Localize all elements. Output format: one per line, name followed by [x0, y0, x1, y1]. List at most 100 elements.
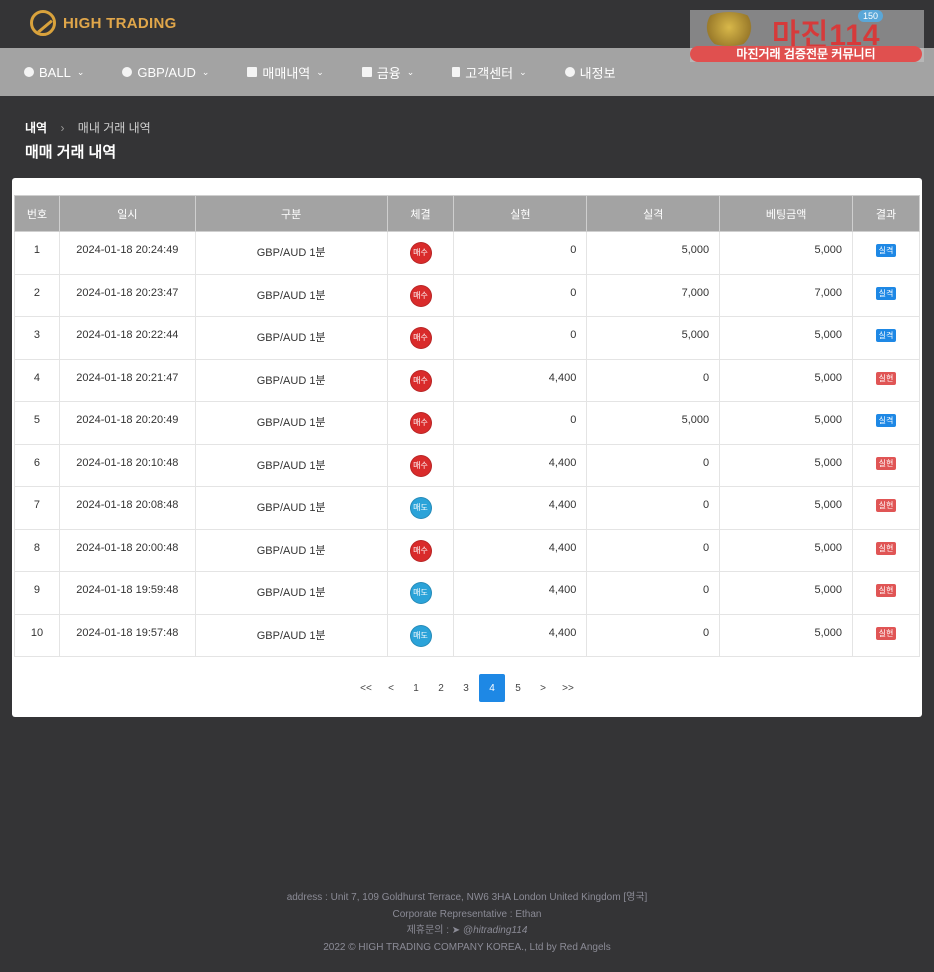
row-trade-cell: 매수	[386, 358, 455, 402]
row-bet-amount: 7,000	[719, 273, 853, 317]
row-realized: 4,400	[453, 613, 588, 657]
row-type: GBP/AUD 1분	[194, 358, 388, 402]
row-bet-amount: 5,000	[719, 571, 853, 615]
footer-contact: 제휴문의 : ➤ @hitrading114	[0, 923, 934, 940]
breadcrumb-separator: ›	[60, 121, 65, 135]
nav-item-support[interactable]: 고객센터 ⌄	[452, 63, 527, 82]
row-trade-cell: 매수	[386, 401, 455, 445]
chart-icon	[361, 67, 372, 77]
row-type: GBP/AUD 1분	[194, 231, 388, 275]
row-datetime: 2024-01-18 20:23:47	[58, 273, 196, 317]
page-title: 매매 거래 내역	[25, 144, 117, 161]
ball-icon	[24, 67, 34, 77]
row-realized: 4,400	[453, 486, 588, 530]
table-row: 4 2024-01-18 20:21:47 GBP/AUD 1분 매수 4,400 0 5,…	[14, 358, 920, 402]
row-number: 3	[14, 316, 60, 360]
buy-badge: 매수	[409, 539, 432, 562]
nav-item-my-info[interactable]: 내정보	[564, 63, 616, 82]
brand-logo[interactable]: HIGH TRADING	[30, 10, 177, 36]
row-result-cell: 실현	[852, 486, 920, 530]
column-header: 일시	[58, 195, 196, 232]
telegram-icon: ➤	[451, 925, 463, 936]
result-badge: 실격	[875, 329, 897, 342]
next-page-button[interactable]: >	[531, 674, 555, 702]
row-result-cell: 실현	[852, 613, 920, 657]
contact-label: 제휴문의 :	[406, 925, 452, 936]
row-number: 9	[14, 571, 60, 615]
row-lost: 0	[586, 571, 721, 615]
row-lost: 5,000	[586, 401, 721, 445]
row-number: 10	[14, 613, 60, 657]
buy-badge: 매수	[409, 412, 432, 434]
page-button[interactable]: 1	[404, 674, 428, 702]
row-result-cell: 실현	[852, 358, 920, 402]
nav-item-finance[interactable]: 금융 ⌄	[361, 63, 414, 82]
row-datetime: 2024-01-18 20:10:48	[58, 443, 196, 487]
breadcrumb: 내역 › 매내 거래 내역	[25, 119, 151, 136]
table-header-row: 번호 일시 구분 체결 실현 실격 베팅금액 결과	[14, 195, 920, 232]
row-lost: 0	[586, 613, 721, 657]
prev-page-button[interactable]: <	[379, 674, 403, 702]
row-number: 7	[14, 486, 60, 530]
breadcrumb-home[interactable]: 내역	[25, 121, 47, 135]
last-page-button[interactable]: >>	[556, 674, 580, 702]
trade-history-card: 번호 일시 구분 체결 실현 실격 베팅금액 결과 1 2024-01-18 20…	[12, 178, 922, 717]
row-trade-cell: 매도	[386, 571, 455, 615]
result-badge: 실현	[875, 456, 897, 470]
breadcrumb-current: 매내 거래 내역	[77, 121, 151, 135]
chevron-down-icon: ⌄	[519, 66, 527, 77]
row-type: GBP/AUD 1분	[194, 316, 388, 360]
row-lost: 5,000	[586, 231, 721, 275]
row-lost: 0	[586, 528, 721, 572]
page-button[interactable]: 4	[479, 674, 505, 702]
row-datetime: 2024-01-18 19:57:48	[58, 613, 196, 657]
row-realized: 4,400	[453, 358, 588, 402]
row-realized: 0	[453, 401, 588, 445]
pagination: << <1 2 3 4 5 > >>	[12, 674, 922, 702]
chevron-down-icon: ⌄	[316, 66, 324, 77]
row-realized: 4,400	[453, 443, 588, 487]
table-row: 10 2024-01-18 19:57:48 GBP/AUD 1분 매도 4,400 0 5…	[14, 613, 920, 657]
page-button[interactable]: 5	[506, 674, 530, 702]
row-result-cell: 실현	[852, 528, 920, 572]
row-result-cell: 실격	[852, 316, 920, 360]
row-type: GBP/AUD 1분	[194, 443, 388, 487]
nav-item-trade-history[interactable]: 매매내역 ⌄	[247, 63, 324, 82]
footer: address : Unit 7, 109 Goldhurst Terrace,…	[0, 890, 934, 956]
row-result-cell: 실현	[852, 571, 920, 615]
page-button[interactable]: 3	[454, 674, 478, 702]
row-trade-cell: 매수	[386, 316, 455, 360]
row-trade-cell: 매도	[386, 613, 455, 657]
watermark-badge: 150	[858, 10, 884, 22]
column-header: 구분	[194, 195, 388, 232]
row-lost: 0	[586, 443, 721, 487]
watermark-overlay: 마진114 150 마진거래 검증전문 커뮤니티	[690, 10, 924, 62]
row-lost: 0	[586, 358, 721, 402]
row-bet-amount: 5,000	[719, 528, 853, 572]
row-result-cell: 실현	[852, 443, 920, 487]
contact-handle[interactable]: @hitrading114	[463, 925, 527, 936]
result-badge: 실현	[875, 626, 897, 640]
row-realized: 0	[453, 273, 588, 317]
nav-label: GBP/AUD	[137, 64, 196, 80]
result-badge: 실현	[875, 541, 897, 555]
row-type: GBP/AUD 1분	[194, 273, 388, 317]
first-page-button[interactable]: <<	[354, 674, 378, 702]
row-bet-amount: 5,000	[719, 486, 853, 530]
logo-icon	[30, 10, 56, 36]
brand-name: HIGH TRADING	[63, 14, 177, 32]
sell-badge: 매도	[409, 497, 432, 519]
column-header: 실현	[453, 195, 588, 232]
buy-badge: 매수	[409, 242, 432, 264]
nav-label: BALL	[39, 64, 71, 80]
nav-item-gbp-aud[interactable]: GBP/AUD ⌄	[122, 65, 209, 80]
page-button[interactable]: 2	[429, 674, 453, 702]
coin-icon	[122, 67, 133, 77]
row-datetime: 2024-01-18 20:24:49	[58, 231, 196, 275]
nav-item-ball[interactable]: BALL ⌄	[24, 65, 84, 80]
row-bet-amount: 5,000	[719, 358, 853, 402]
row-bet-amount: 5,000	[719, 613, 853, 657]
table-row: 7 2024-01-18 20:08:48 GBP/AUD 1분 매도 4,400 0 5,…	[14, 486, 920, 530]
chevron-down-icon: ⌄	[201, 66, 210, 77]
row-trade-cell: 매수	[386, 443, 455, 487]
